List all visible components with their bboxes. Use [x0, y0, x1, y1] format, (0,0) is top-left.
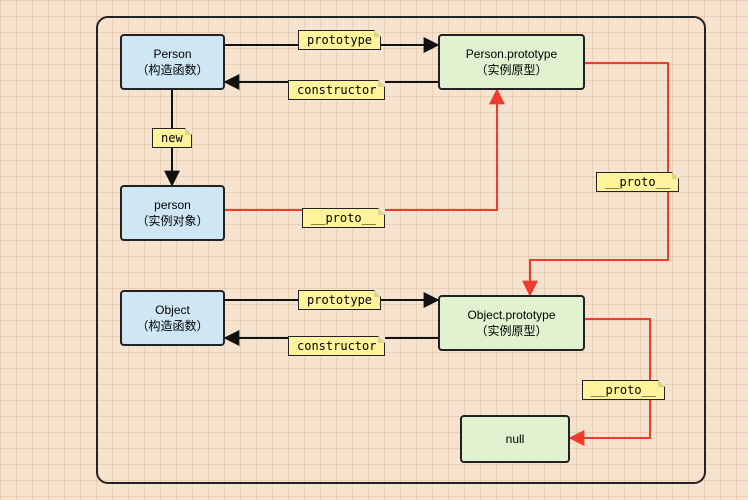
- label-constructor-1: constructor: [288, 80, 385, 100]
- node-subtitle: （实例原型）: [475, 62, 547, 78]
- label-proto-1: __proto__: [302, 208, 385, 228]
- node-subtitle: （实例原型）: [475, 323, 547, 339]
- label-proto-3: __proto__: [582, 380, 665, 400]
- label-new: new: [152, 128, 192, 148]
- node-title: null: [506, 431, 525, 447]
- node-subtitle: （实例对象）: [136, 213, 208, 229]
- label-prototype-1: prototype: [298, 30, 381, 50]
- label-proto-2: __proto__: [596, 172, 679, 192]
- node-person-instance: person （实例对象）: [120, 185, 225, 241]
- node-title: Person.prototype: [466, 46, 557, 62]
- node-person-constructor: Person （构造函数）: [120, 34, 225, 90]
- node-person-prototype: Person.prototype （实例原型）: [438, 34, 585, 90]
- node-object-constructor: Object （构造函数）: [120, 290, 225, 346]
- node-title: Person: [153, 46, 191, 62]
- node-null: null: [460, 415, 570, 463]
- label-prototype-2: prototype: [298, 290, 381, 310]
- node-subtitle: （构造函数）: [136, 318, 208, 334]
- label-constructor-2: constructor: [288, 336, 385, 356]
- node-subtitle: （构造函数）: [136, 62, 208, 78]
- node-object-prototype: Object.prototype （实例原型）: [438, 295, 585, 351]
- node-title: person: [154, 197, 191, 213]
- node-title: Object: [155, 302, 190, 318]
- node-title: Object.prototype: [467, 307, 555, 323]
